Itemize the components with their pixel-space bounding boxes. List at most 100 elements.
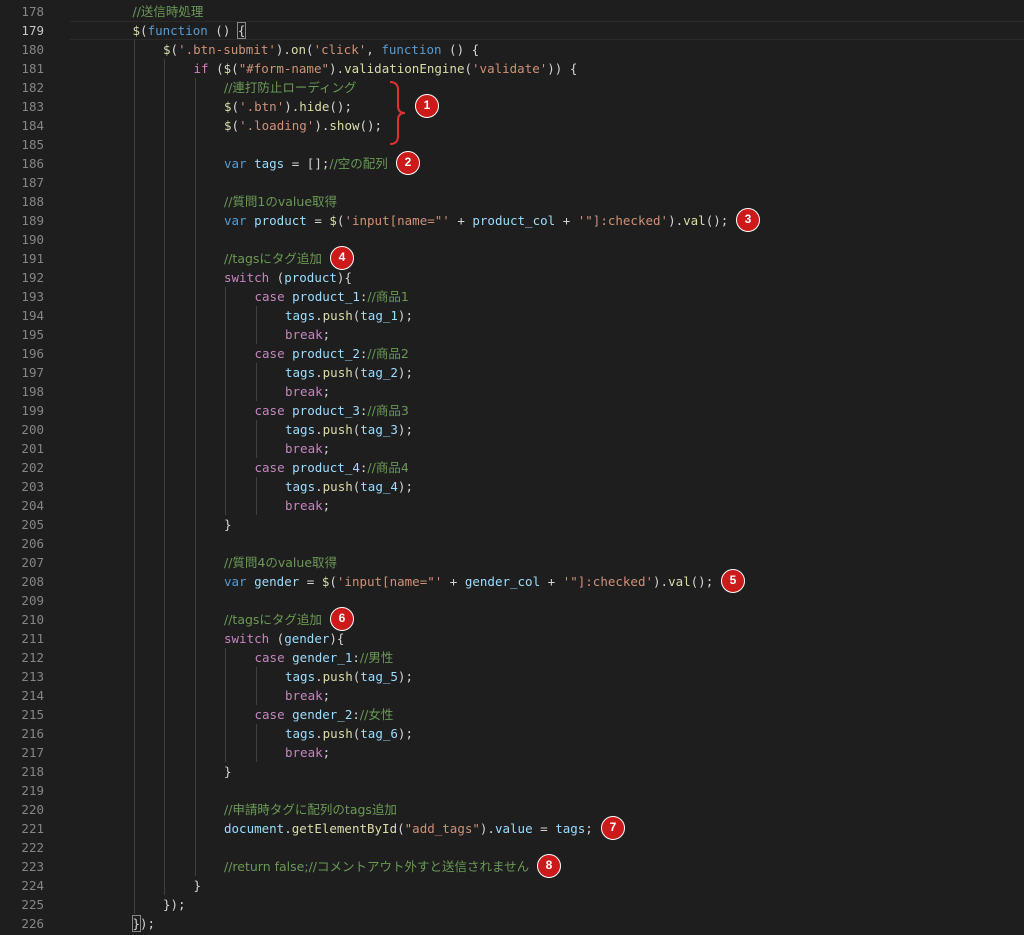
code-line[interactable]: var tags = [];//空の配列	[224, 154, 388, 173]
code-token: ;	[322, 327, 331, 342]
code-line[interactable]: }	[224, 515, 232, 534]
code-token: :	[352, 650, 360, 665]
code-token: (	[306, 42, 314, 57]
code-line[interactable]: break;	[285, 325, 330, 344]
code-token: product_3	[292, 403, 360, 418]
code-token: ;	[322, 498, 331, 513]
code-line[interactable]: tags.push(tag_6);	[285, 724, 413, 743]
code-line[interactable]: });	[131, 914, 156, 933]
code-line[interactable]: $('.btn-submit').on('click', function ()…	[163, 40, 479, 59]
code-line[interactable]: //連打防止ローディング	[224, 78, 357, 97]
code-line[interactable]: tags.push(tag_1);	[285, 306, 413, 325]
indent-guide	[255, 420, 257, 458]
code-line[interactable]: //送信時処理	[133, 2, 204, 21]
code-line[interactable]: });	[163, 895, 186, 914]
annotation-badge-1: 1	[415, 94, 439, 118]
line-number: 193	[21, 289, 44, 304]
code-token: $	[163, 42, 171, 57]
code-line[interactable]: }	[224, 762, 232, 781]
annotation-badge-2: 2	[396, 151, 420, 175]
code-line[interactable]: case product_4://商品4	[255, 458, 409, 477]
code-editor[interactable]: 178 179 180 181 182 183 184 185 186 187 188 189 190 1…	[0, 0, 1024, 935]
code-comment: //tagsにタグ追加	[224, 251, 322, 266]
code-token: +	[442, 574, 465, 589]
code-line[interactable]: //申請時タグに配列のtags追加	[224, 800, 397, 819]
code-token: getElementById	[291, 821, 398, 836]
annotation-badge-4: 4	[330, 246, 354, 270]
code-token: function	[381, 42, 442, 57]
code-line[interactable]: var gender = $('input[name="' + gender_c…	[224, 572, 713, 591]
code-line[interactable]: if ($("#form-name").validationEngine('va…	[194, 59, 578, 78]
code-token: ).	[479, 821, 495, 836]
code-line[interactable]: case product_1://商品1	[255, 287, 409, 306]
code-line[interactable]: switch (gender){	[224, 629, 344, 648]
code-token: );	[397, 669, 413, 684]
code-token: (	[170, 42, 179, 57]
code-line[interactable]: $('.btn').hide();	[224, 97, 352, 116]
code-line[interactable]: var product = $('input[name="' + product…	[224, 211, 728, 230]
code-line[interactable]: break;	[285, 382, 330, 401]
code-token: product_4	[292, 460, 360, 475]
line-number: 187	[21, 175, 44, 190]
code-token: :	[352, 707, 360, 722]
code-line[interactable]: //tagsにタグ追加	[224, 249, 322, 268]
indent-guide	[164, 59, 165, 895]
code-comment: //商品4	[367, 460, 409, 475]
code-line[interactable]: break;	[285, 686, 330, 705]
line-number: 191	[21, 251, 44, 266]
code-comment: //商品3	[367, 403, 409, 418]
line-number: 219	[21, 783, 44, 798]
code-line[interactable]: $('.loading').show();	[224, 116, 382, 135]
code-token: );	[397, 422, 413, 437]
code-line[interactable]: tags.push(tag_3);	[285, 420, 413, 439]
code-token: product	[254, 213, 307, 228]
indent-guide	[255, 363, 257, 401]
code-line[interactable]: tags.push(tag_5);	[285, 667, 413, 686]
indent-guide	[255, 477, 257, 515]
code-token: push	[322, 422, 353, 437]
code-comment: //送信時処理	[132, 4, 204, 19]
code-line[interactable]: //質問4のvalue取得	[224, 553, 337, 572]
code-line[interactable]: //return false;//コメントアウト外すと送信されません	[224, 857, 529, 876]
code-line[interactable]: case gender_1://男性	[255, 648, 394, 667]
line-number: 206	[21, 536, 44, 551]
code-line[interactable]: }	[194, 876, 202, 895]
code-line[interactable]: break;	[285, 743, 330, 762]
code-line[interactable]: break;	[285, 439, 330, 458]
code-comment: //質問1のvalue取得	[224, 194, 338, 209]
annotation-badge-8: 8	[537, 854, 561, 878]
code-line[interactable]: $(function () {	[133, 21, 247, 40]
code-token: $	[224, 99, 232, 114]
code-line[interactable]: //tagsにタグ追加	[224, 610, 322, 629]
line-number: 225	[21, 897, 44, 912]
code-token: (	[397, 821, 405, 836]
line-number: 178	[21, 4, 44, 19]
line-number: 213	[21, 669, 44, 684]
code-line[interactable]: document.getElementById("add_tags").valu…	[224, 819, 593, 838]
code-line[interactable]: switch (product){	[224, 268, 352, 287]
code-token: validationEngine	[344, 61, 465, 76]
code-token: gender_2	[292, 707, 353, 722]
code-token: (	[269, 631, 285, 646]
line-number: 208	[21, 574, 44, 589]
code-token: push	[322, 365, 353, 380]
code-token: on	[290, 42, 307, 57]
code-token: if	[193, 61, 209, 76]
code-token: ).	[653, 574, 669, 589]
code-line[interactable]: //質問1のvalue取得	[224, 192, 337, 211]
code-token: document	[224, 821, 285, 836]
code-token: var	[224, 156, 247, 171]
line-number: 183	[21, 99, 44, 114]
code-line[interactable]: tags.push(tag_4);	[285, 477, 413, 496]
code-token: }	[131, 915, 141, 932]
code-token: );	[140, 916, 156, 931]
code-line[interactable]: case product_3://商品3	[255, 401, 409, 420]
code-comment: //男性	[359, 650, 394, 665]
code-line[interactable]: tags.push(tag_2);	[285, 363, 413, 382]
code-line[interactable]: break;	[285, 496, 330, 515]
code-line[interactable]: case product_2://商品2	[255, 344, 409, 363]
code-line[interactable]: case gender_2://女性	[255, 705, 394, 724]
